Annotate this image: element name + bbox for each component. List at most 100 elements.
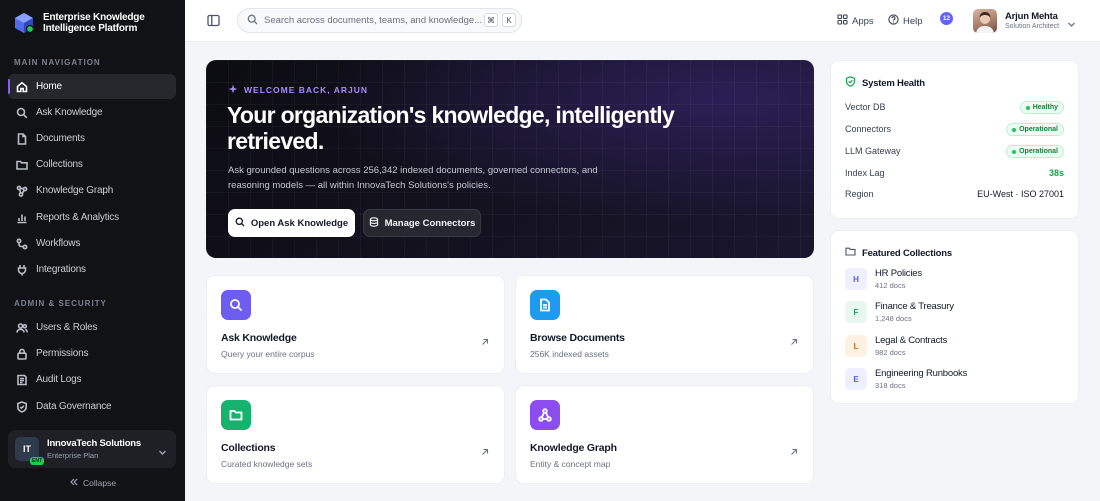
sidebar-item-knowledge-graph[interactable]: Knowledge Graph [8,178,176,203]
panel-title: Featured Collections [845,246,952,260]
shortcut-k-key: K [502,13,516,27]
collection-item-finance[interactable]: F Finance & Treasury 1,248 docs [845,299,1065,325]
folder-icon [221,400,251,430]
collections-card[interactable]: Collections Curated knowledge sets [206,385,505,484]
folder-icon [16,159,28,171]
collection-item-engineering[interactable]: E Engineering Runbooks 318 docs [845,366,1065,392]
status-badge: Healthy [1019,101,1064,114]
sidebar-item-label: Collections [36,159,83,170]
org-avatar: IT ENT [15,437,44,465]
sidebar-item-home[interactable]: Home [8,74,176,99]
panel-title: System Health [845,76,925,90]
system-health-panel: System Health Vector DB Healthy Connecto… [830,60,1079,219]
collection-item-legal[interactable]: L Legal & Contracts 982 docs [845,333,1065,359]
region-value: EU-West · ISO 27001 [977,189,1064,199]
brand[interactable]: Enterprise Knowledge Intelligence Platfo… [13,12,163,34]
grid-icon [837,14,848,28]
notification-badge[interactable]: 12 [940,12,953,25]
browse-documents-card[interactable]: Browse Documents 256K indexed assets [515,275,814,374]
sidebar-item-integrations[interactable]: Integrations [8,257,176,282]
search-input[interactable]: Search across documents, teams, and know… [237,8,522,33]
featured-collections-title: Featured Collections [862,247,952,259]
hero-kicker: WELCOME BACK, ARJUN [228,84,368,96]
apps-button[interactable]: Apps [837,14,874,28]
arrow-up-right-icon [481,443,489,461]
collection-name: Engineering Runbooks [875,368,968,379]
help-button[interactable]: Help [888,14,923,28]
brand-title: Enterprise Knowledge Intelligence Platfo… [43,12,145,34]
users-icon [16,322,28,334]
collection-name: Finance & Treasury [875,301,954,312]
manage-connectors-button[interactable]: Manage Connectors [363,209,481,237]
document-icon [16,132,28,145]
user-role: Solution Architect [1005,23,1060,30]
collapse-button[interactable]: Collapse [70,478,116,488]
sidebar-item-users-roles[interactable]: Users & Roles [8,315,176,340]
chevron-down-icon [158,444,167,462]
health-label-region: Region [845,189,874,199]
org-plan: Enterprise Plan [47,451,99,460]
help-label: Help [903,15,923,27]
plug-icon [16,264,28,276]
search-icon [16,107,28,119]
sidebar: Enterprise Knowledge Intelligence Platfo… [0,0,185,501]
arrow-up-right-icon [790,333,798,351]
ask-knowledge-card[interactable]: Ask Knowledge Query your entire corpus [206,275,505,374]
collection-letter: E [845,368,867,390]
top-bar: Search across documents, teams, and know… [185,0,1100,42]
audit-icon [16,374,28,386]
card-title: Knowledge Graph [530,442,617,454]
lock-icon [16,348,28,360]
main-nav-label: MAIN NAVIGATION [14,58,101,67]
status-badge: Operational [1006,145,1064,158]
sparkle-icon [228,84,238,96]
collection-name: Legal & Contracts [875,335,948,346]
search-icon [235,217,245,230]
org-initials: IT [23,444,31,454]
sidebar-item-label: Ask Knowledge [36,107,103,118]
user-name: Arjun Mehta [1005,11,1058,22]
collection-letter: F [845,301,867,323]
sidebar-item-label: Documents [36,133,85,144]
shield-icon [16,400,28,413]
collection-item-hr[interactable]: H HR Policies 412 docs [845,266,1065,292]
double-chevron-left-icon [70,478,78,488]
welcome-hero: WELCOME BACK, ARJUN Your organization's … [206,60,814,258]
sidebar-item-ask-knowledge[interactable]: Ask Knowledge [8,100,176,125]
collection-doc-count: 412 docs [875,281,906,290]
arrow-up-right-icon [790,443,798,461]
health-label-vector-db: Vector DB [845,102,886,112]
sidebar-item-audit-logs[interactable]: Audit Logs [8,367,176,392]
sidebar-toggle-icon[interactable] [207,14,220,32]
button-label: Open Ask Knowledge [250,217,349,229]
database-icon [369,216,379,230]
graph-icon [16,185,28,197]
health-label-index-lag: Index Lag [845,168,885,178]
knowledge-graph-card[interactable]: Knowledge Graph Entity & concept map [515,385,814,484]
health-label-llm-gateway: LLM Gateway [845,146,901,156]
bar-chart-icon [16,212,28,224]
hero-title: Your organization's knowledge, intellige… [227,102,675,154]
open-ask-knowledge-button[interactable]: Open Ask Knowledge [228,209,355,237]
sidebar-item-data-governance[interactable]: Data Governance [8,394,176,419]
chevron-down-icon[interactable] [1067,16,1076,34]
org-switcher[interactable]: IT ENT InnovaTech Solutions Enterprise P… [8,430,176,468]
sidebar-item-workflows[interactable]: Workflows [8,231,176,256]
collection-letter: H [845,268,867,290]
sidebar-item-label: Workflows [36,238,81,249]
collection-doc-count: 982 docs [875,348,906,357]
sidebar-item-label: Knowledge Graph [36,185,114,196]
graph-icon [530,400,560,430]
sidebar-item-documents[interactable]: Documents [8,126,176,151]
sidebar-item-permissions[interactable]: Permissions [8,341,176,366]
sidebar-item-collections[interactable]: Collections [8,152,176,177]
avatar[interactable] [973,9,997,33]
apps-label: Apps [852,15,874,27]
sidebar-item-label: Audit Logs [36,374,82,385]
card-subtitle: Curated knowledge sets [221,459,313,469]
button-label: Manage Connectors [384,217,476,229]
sidebar-item-reports[interactable]: Reports & Analytics [8,205,176,230]
org-name: InnovaTech Solutions [47,438,141,449]
sidebar-item-label: Home [36,81,62,92]
folder-icon [845,246,856,260]
